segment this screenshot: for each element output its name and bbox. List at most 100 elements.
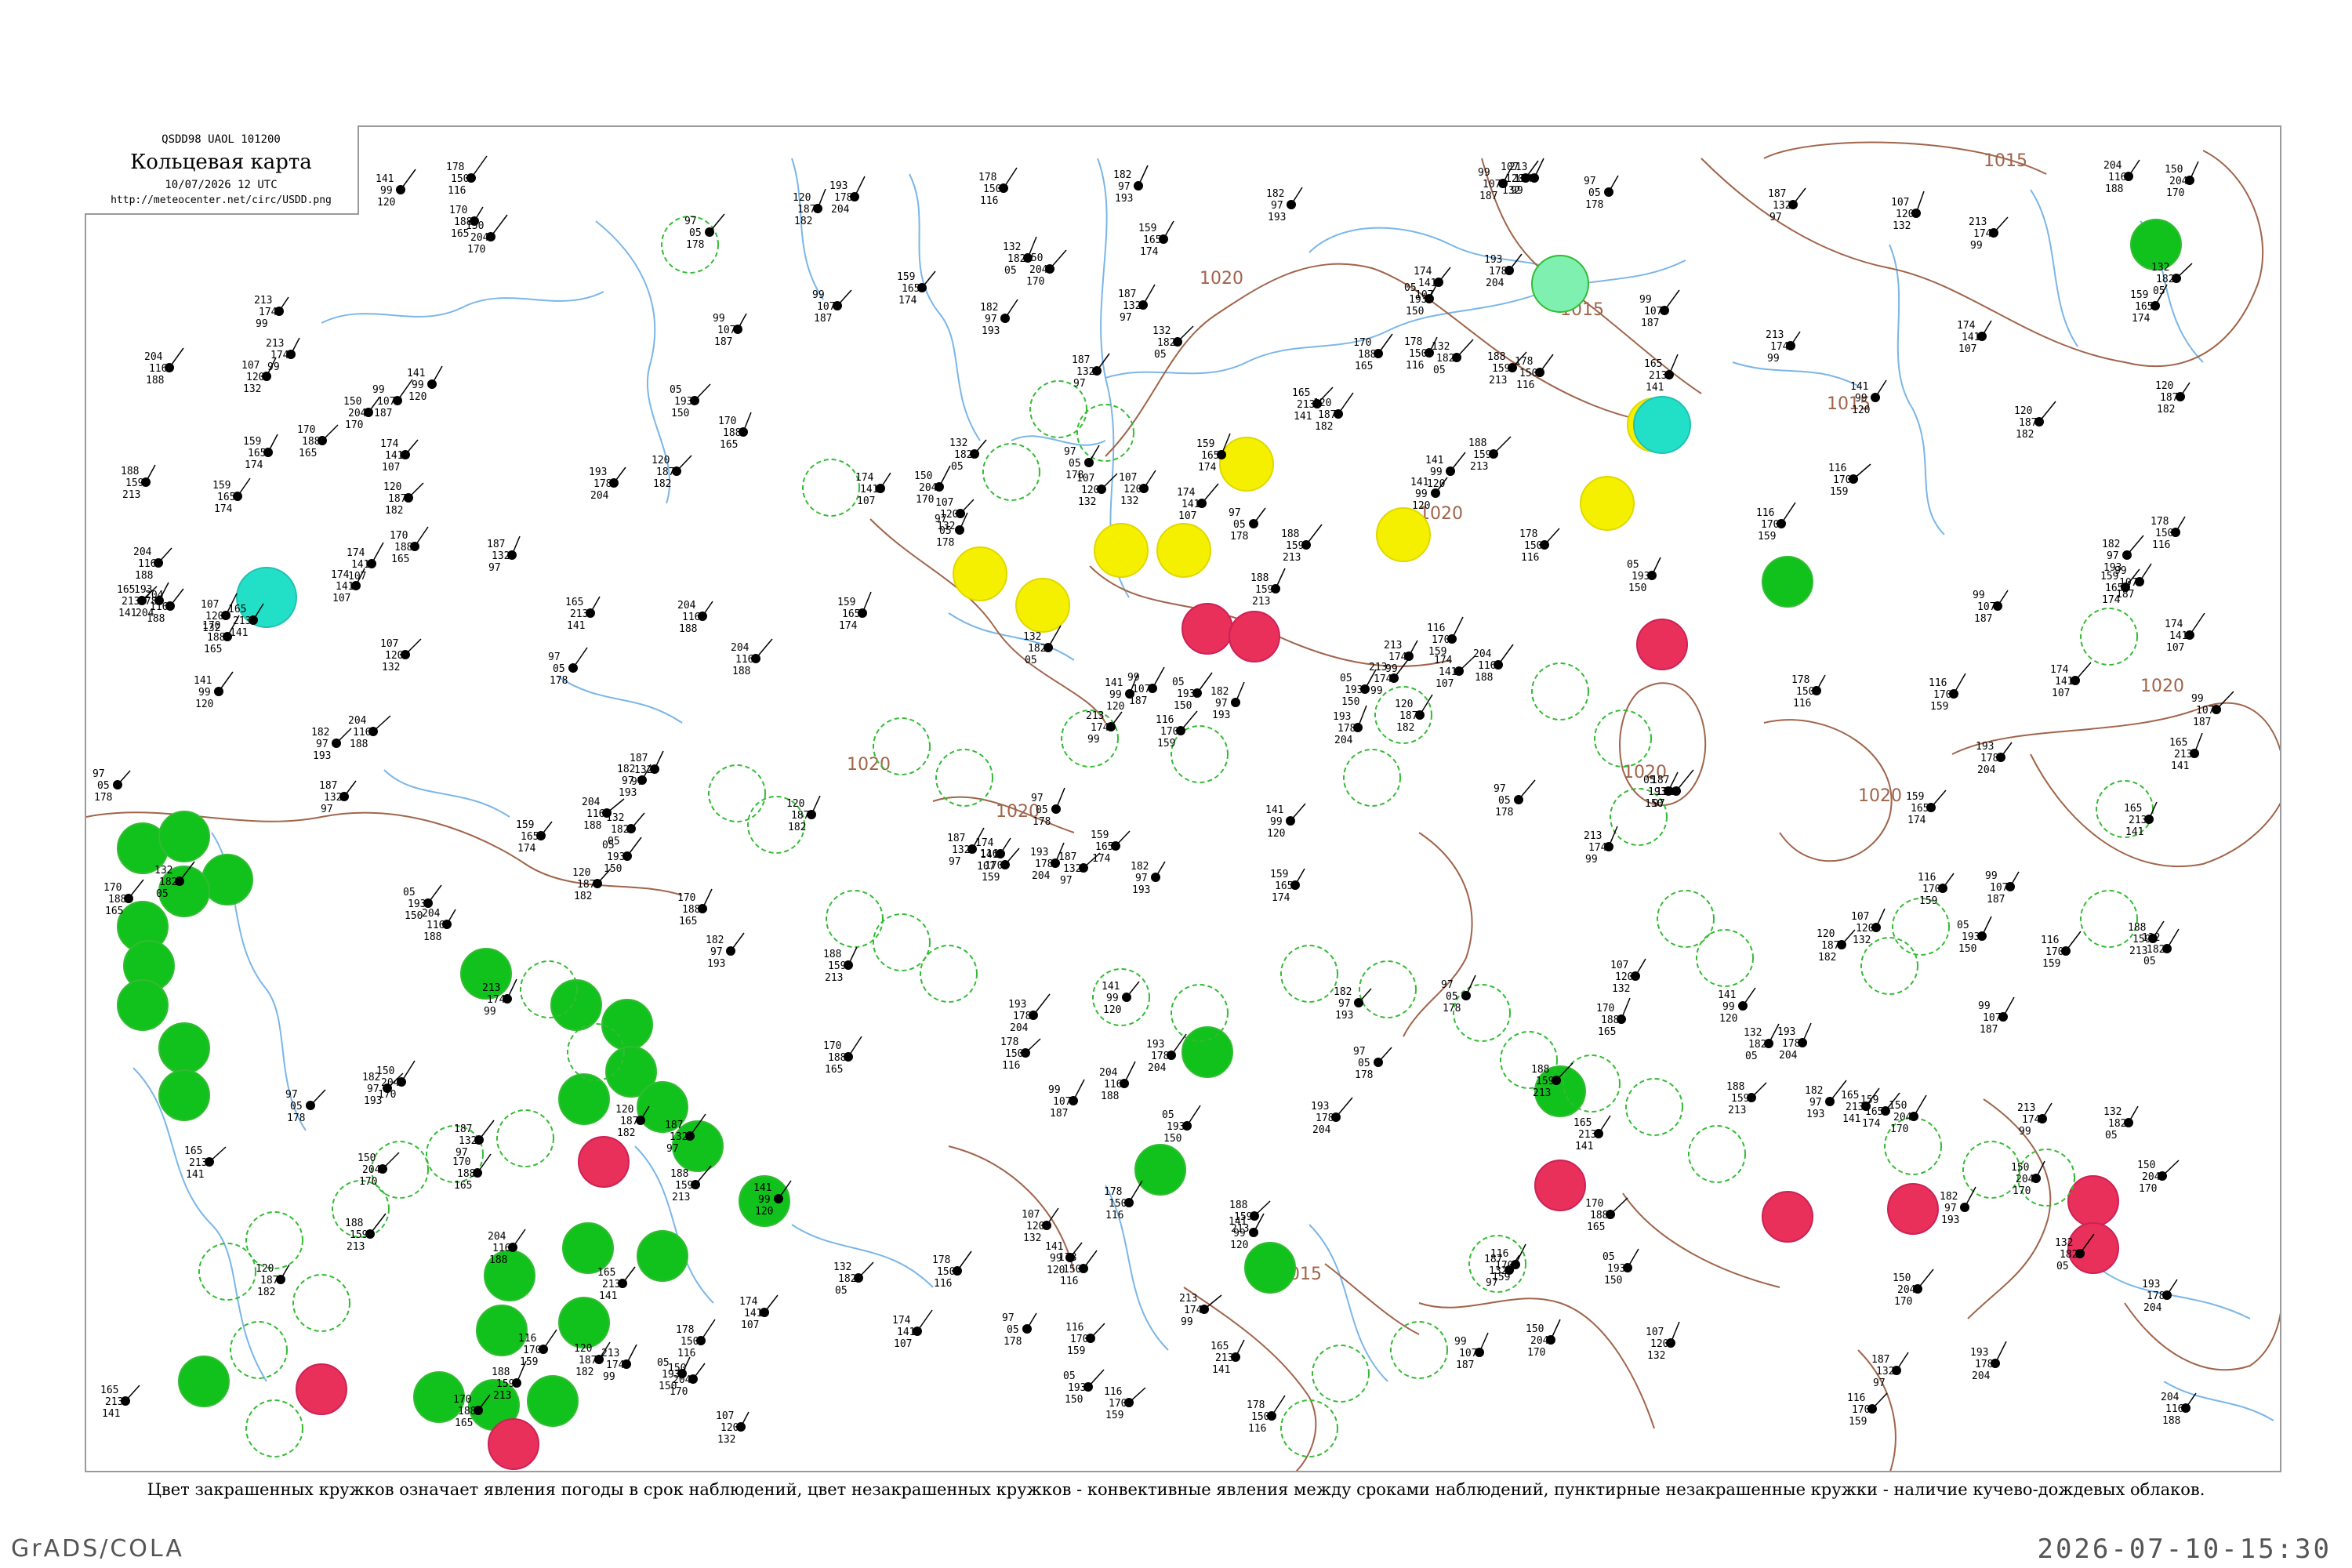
station-value: 150 xyxy=(671,408,689,419)
station-value: 187 xyxy=(714,336,732,348)
station-value: 204 xyxy=(1893,1112,1912,1123)
station-circle xyxy=(558,1297,610,1348)
station-value: 193 xyxy=(1268,212,1286,223)
station-value: 188 xyxy=(1726,1081,1744,1093)
wind-barb xyxy=(1518,779,1536,800)
station-value: 141 xyxy=(567,620,585,632)
isobar-label: 1015 xyxy=(1984,151,2027,171)
station-value: 150 xyxy=(1109,1198,1127,1210)
station-value: 141 xyxy=(1212,1364,1230,1376)
station-value: 193 xyxy=(1806,1109,1824,1120)
station-value: 187 xyxy=(656,466,674,478)
station-value: 213 xyxy=(1584,830,1602,842)
station-value: 99 xyxy=(713,313,725,325)
station-value: 159 xyxy=(1860,1094,1878,1106)
station-circle xyxy=(158,1069,210,1121)
station-value: 120 xyxy=(1650,1338,1668,1350)
station-value: 187 xyxy=(791,810,809,822)
station-value: 213 xyxy=(1969,216,1987,228)
station-value: 97 xyxy=(1002,1312,1014,1324)
station-value: 178 xyxy=(1151,1051,1169,1062)
station-value: 174 xyxy=(1092,853,1111,865)
station-value: 182 xyxy=(2108,1118,2126,1130)
station-value: 97 xyxy=(1653,798,1665,810)
station-value: 99 xyxy=(1478,167,1490,179)
wind-barb xyxy=(1004,848,1020,866)
wind-barb xyxy=(1479,1332,1489,1353)
station-value: 187 xyxy=(1399,710,1417,722)
station-value: 165 xyxy=(1095,841,1113,853)
wind-barb xyxy=(1186,1105,1201,1127)
wind-barb xyxy=(2175,516,2186,533)
station-value: 120 xyxy=(1267,828,1285,840)
station-value: 174 xyxy=(2132,313,2151,325)
station-value: 165 xyxy=(2135,301,2153,313)
station-value: 141 xyxy=(194,675,212,687)
station-value: 99 xyxy=(1087,734,1100,746)
station-value: 188 xyxy=(457,1168,475,1180)
wind-barb xyxy=(2194,732,2203,754)
station-value: 05 xyxy=(2056,1261,2069,1272)
station-value: 120 xyxy=(1719,1013,1737,1025)
station-value: 188 xyxy=(679,623,697,635)
station-value: 132 xyxy=(1023,1232,1041,1244)
station-value: 187 xyxy=(665,1120,683,1131)
station-value: 193 xyxy=(313,750,331,762)
station-value: 182 xyxy=(2147,944,2165,956)
station-value: 159 xyxy=(675,1180,693,1192)
station-value: 174 xyxy=(606,1359,625,1371)
station-value: 193 xyxy=(134,584,152,596)
station-value: 188 xyxy=(828,1052,846,1064)
software-credit: GrADS/COLA xyxy=(11,1535,184,1563)
station-value: 99 xyxy=(1454,1336,1467,1348)
station-circle xyxy=(873,717,931,775)
station-value: 120 xyxy=(1505,173,1523,185)
station-circle xyxy=(117,979,169,1031)
wind-barb xyxy=(1123,1061,1136,1084)
weather-map: 1015 1020 1020 1020 1015 1020 1020 1020 … xyxy=(85,125,2281,1472)
station-value: 165 xyxy=(117,584,135,596)
station-value: 178 xyxy=(2151,516,2169,528)
station-value: 132 xyxy=(154,865,172,877)
station-value: 99 xyxy=(1181,1316,1193,1328)
station-value: 132 xyxy=(1502,185,1520,197)
station-value: 204 xyxy=(1473,648,1492,660)
station-value: 187 xyxy=(1129,695,1147,707)
station-value: 132 xyxy=(2142,932,2160,944)
station-circle xyxy=(1376,507,1431,562)
wind-barb xyxy=(408,482,424,499)
station-value: 193 xyxy=(1177,688,1195,700)
station-value: 178 xyxy=(834,192,852,204)
station-value: 120 xyxy=(256,1263,274,1275)
station-value: 182 xyxy=(1805,1085,1823,1097)
station-value: 182 xyxy=(1748,1039,1766,1051)
station-value: 99 xyxy=(1048,1084,1061,1096)
station-circle xyxy=(245,1211,303,1269)
station-value: 174 xyxy=(487,994,506,1006)
station-value: 107 xyxy=(1891,197,1909,209)
station-value: 188 xyxy=(2162,1415,2180,1427)
station-value: 116 xyxy=(353,727,371,739)
station-value: 188 xyxy=(1475,672,1493,684)
station-value: 193 xyxy=(1777,1026,1795,1038)
wind-barb xyxy=(1610,1197,1628,1215)
wind-barb xyxy=(622,1266,636,1284)
station-value: 188 xyxy=(135,570,153,582)
station-value: 178 xyxy=(446,162,464,173)
wind-barb xyxy=(145,464,156,483)
station-value: 188 xyxy=(146,375,164,387)
station-circle xyxy=(2080,608,2138,666)
wind-barb xyxy=(128,879,144,899)
station-value: 159 xyxy=(1492,363,1510,375)
wind-barb xyxy=(916,1309,933,1332)
station-value: 182 xyxy=(1028,643,1046,655)
station-value: 99 xyxy=(1430,466,1443,478)
station-value: 159 xyxy=(828,960,846,972)
wind-barb xyxy=(1049,249,1067,270)
station-value: 182 xyxy=(1210,686,1229,698)
wind-barb xyxy=(1550,1319,1561,1341)
station-value: 187 xyxy=(579,1355,597,1367)
station-value: 182 xyxy=(159,877,177,888)
station-value: 178 xyxy=(1355,1069,1373,1081)
station-value: 193 xyxy=(1345,684,1363,696)
